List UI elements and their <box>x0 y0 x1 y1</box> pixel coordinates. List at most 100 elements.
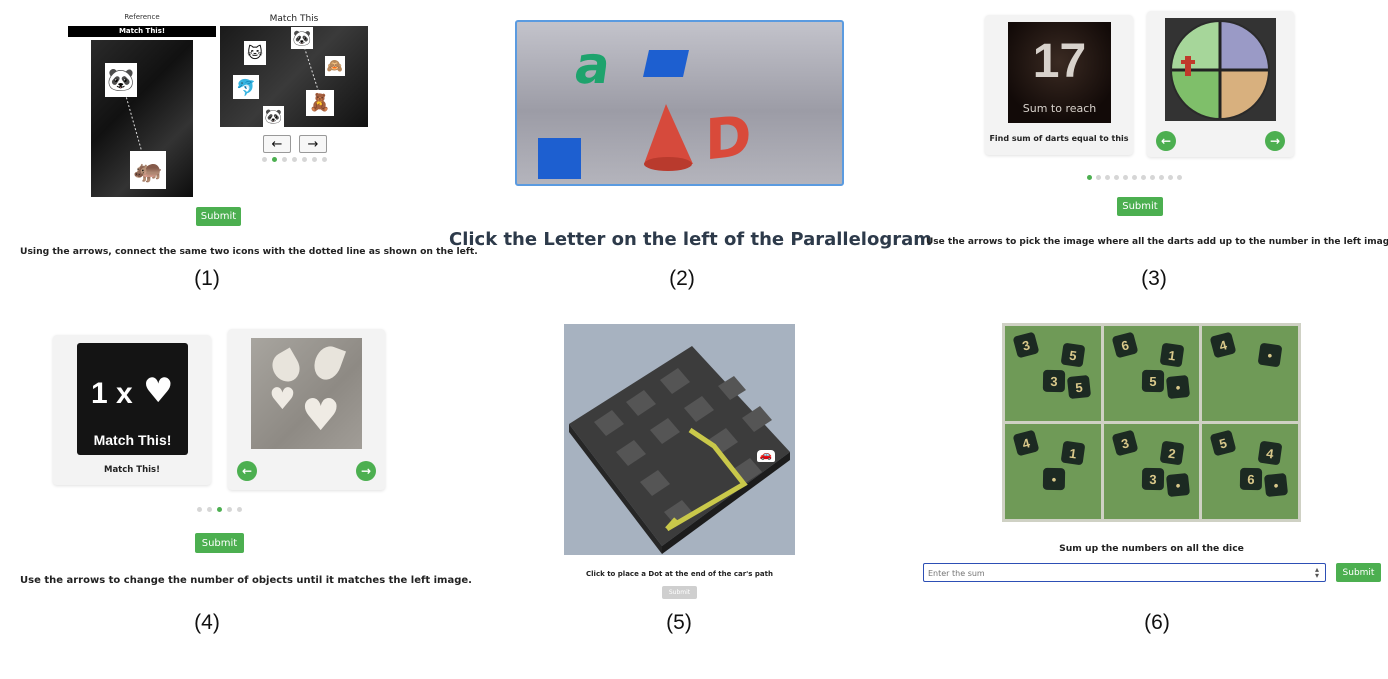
target-subtitle: Sum to reach <box>1022 102 1097 115</box>
dice-cell: 4 • <box>1202 326 1298 421</box>
die: 5 <box>1141 369 1164 393</box>
monkey-icon: 🙈 <box>325 56 345 76</box>
pagination-dot[interactable] <box>322 157 327 162</box>
reference-label: Reference <box>124 13 160 21</box>
dolphin-icon: 🐬 <box>233 75 259 99</box>
leaf-icon <box>309 342 347 384</box>
pagination-dot[interactable] <box>1114 175 1119 180</box>
caption: (6) <box>1144 611 1170 634</box>
leaf-icon <box>267 347 305 387</box>
caption: (2) <box>669 267 695 290</box>
heart-icon: ♥ <box>269 382 296 417</box>
die: 1 <box>1060 440 1086 466</box>
dice-cell: 5 4 6 • <box>1202 424 1298 519</box>
letter-d[interactable]: D <box>705 104 751 174</box>
pagination-dot[interactable] <box>237 507 242 512</box>
dice-cell: 3535 <box>1005 326 1101 421</box>
target-card-text: Find sum of darts equal to this <box>989 134 1129 143</box>
pagination-dot[interactable] <box>1141 175 1146 180</box>
die: 5 <box>1060 342 1086 368</box>
pagination-dot[interactable] <box>1150 175 1155 180</box>
dice-cell: 3 2 3 • <box>1103 424 1200 519</box>
target-image: 17 Sum to reach <box>1008 22 1111 123</box>
pagination-dot[interactable] <box>282 157 287 162</box>
heart-icon: ♥ <box>143 371 174 411</box>
left-arrow-button[interactable]: ← <box>263 135 291 153</box>
submit-button[interactable]: Submit <box>662 586 697 599</box>
pagination-dot[interactable] <box>197 507 202 512</box>
match-title: Match This <box>269 14 319 24</box>
scene-canvas[interactable]: a D <box>515 20 844 186</box>
die: 5 <box>1066 374 1092 400</box>
instruction-text: Using the arrows, connect the same two i… <box>20 246 478 257</box>
die: 3 <box>1042 369 1066 393</box>
die: 4 <box>1209 331 1237 359</box>
caption: (5) <box>666 611 692 634</box>
image-label: Match This! <box>93 432 172 448</box>
pagination-dot[interactable] <box>272 157 277 162</box>
die: • <box>1042 467 1066 491</box>
pagination-dot[interactable] <box>1159 175 1164 180</box>
die: 4 <box>1257 440 1283 466</box>
right-arrow-button[interactable]: → <box>299 135 327 153</box>
pagination-dot[interactable] <box>217 507 222 512</box>
die: 3 <box>1111 429 1139 457</box>
pagination-dot[interactable] <box>1087 175 1092 180</box>
left-arrow-button[interactable]: ← <box>237 461 257 481</box>
left-arrow-button[interactable]: ← <box>1156 131 1176 151</box>
die: • <box>1165 472 1190 498</box>
pagination-dots <box>197 507 242 512</box>
die: 5 <box>1209 429 1237 457</box>
pagination-dots <box>262 157 327 162</box>
caption: (3) <box>1141 267 1167 290</box>
die: • <box>1264 472 1289 498</box>
pagination-dot[interactable] <box>292 157 297 162</box>
dartboard-image <box>1165 18 1276 121</box>
panda-icon: 🐼 <box>105 63 137 97</box>
right-arrow-button[interactable]: → <box>1265 131 1285 151</box>
die: 6 <box>1240 467 1263 491</box>
hippo-icon: 🦛 <box>130 151 166 189</box>
submit-button[interactable]: Submit <box>196 207 241 226</box>
pagination-dot[interactable] <box>1177 175 1182 180</box>
dice-cell: 4 1 • <box>1005 424 1101 519</box>
scene-shapes <box>538 50 693 179</box>
sum-input-field[interactable] <box>928 566 1308 580</box>
sum-input[interactable]: ▴▾ <box>923 563 1326 582</box>
submit-button[interactable]: Submit <box>195 533 244 553</box>
instruction-text: Use the arrows to change the number of o… <box>20 575 472 586</box>
bear-icon: 🧸 <box>306 90 334 116</box>
count-text: 1 x <box>91 377 133 410</box>
stepper-icon[interactable]: ▴ ▾ <box>1315 566 1319 580</box>
pagination-dot[interactable] <box>1168 175 1173 180</box>
die: 1 <box>1159 342 1185 368</box>
pagination-dot[interactable] <box>302 157 307 162</box>
die: 3 <box>1012 331 1040 359</box>
submit-button[interactable]: Submit <box>1117 197 1163 216</box>
pagination-dot[interactable] <box>1096 175 1101 180</box>
pagination-dot[interactable] <box>1132 175 1137 180</box>
pagination-dot[interactable] <box>1105 175 1110 180</box>
die: 6 <box>1111 331 1139 359</box>
right-arrow-button[interactable]: → <box>356 461 376 481</box>
city-grid <box>569 346 790 554</box>
cat-icon: 🐱 <box>244 41 266 65</box>
pagination-dot[interactable] <box>262 157 267 162</box>
city-grid-image[interactable]: 🚗 <box>564 324 795 555</box>
pagination-dot[interactable] <box>227 507 232 512</box>
target-number: 17 <box>1032 35 1087 88</box>
die: • <box>1165 374 1190 400</box>
caption: (4) <box>194 611 220 634</box>
pagination-dot[interactable] <box>312 157 317 162</box>
pagination-dot[interactable] <box>1123 175 1128 180</box>
dice-grid: 3 5 3 5 6 1 5 • 4 • 4 1 • 3 2 3 • 5 4 6 • <box>1002 323 1301 522</box>
panda-icon-bottom: 🐼 <box>263 106 284 127</box>
submit-button[interactable]: Submit <box>1336 563 1381 582</box>
car-icon: 🚗 <box>757 450 775 462</box>
instruction-text: Use the arrows to pick the image where a… <box>926 237 1388 247</box>
target-card-text: Match This! <box>103 465 160 475</box>
panda-icon-top: 🐼 <box>291 27 313 49</box>
die: 4 <box>1012 429 1040 457</box>
match-bar: Match This! <box>68 26 216 37</box>
pagination-dot[interactable] <box>207 507 212 512</box>
